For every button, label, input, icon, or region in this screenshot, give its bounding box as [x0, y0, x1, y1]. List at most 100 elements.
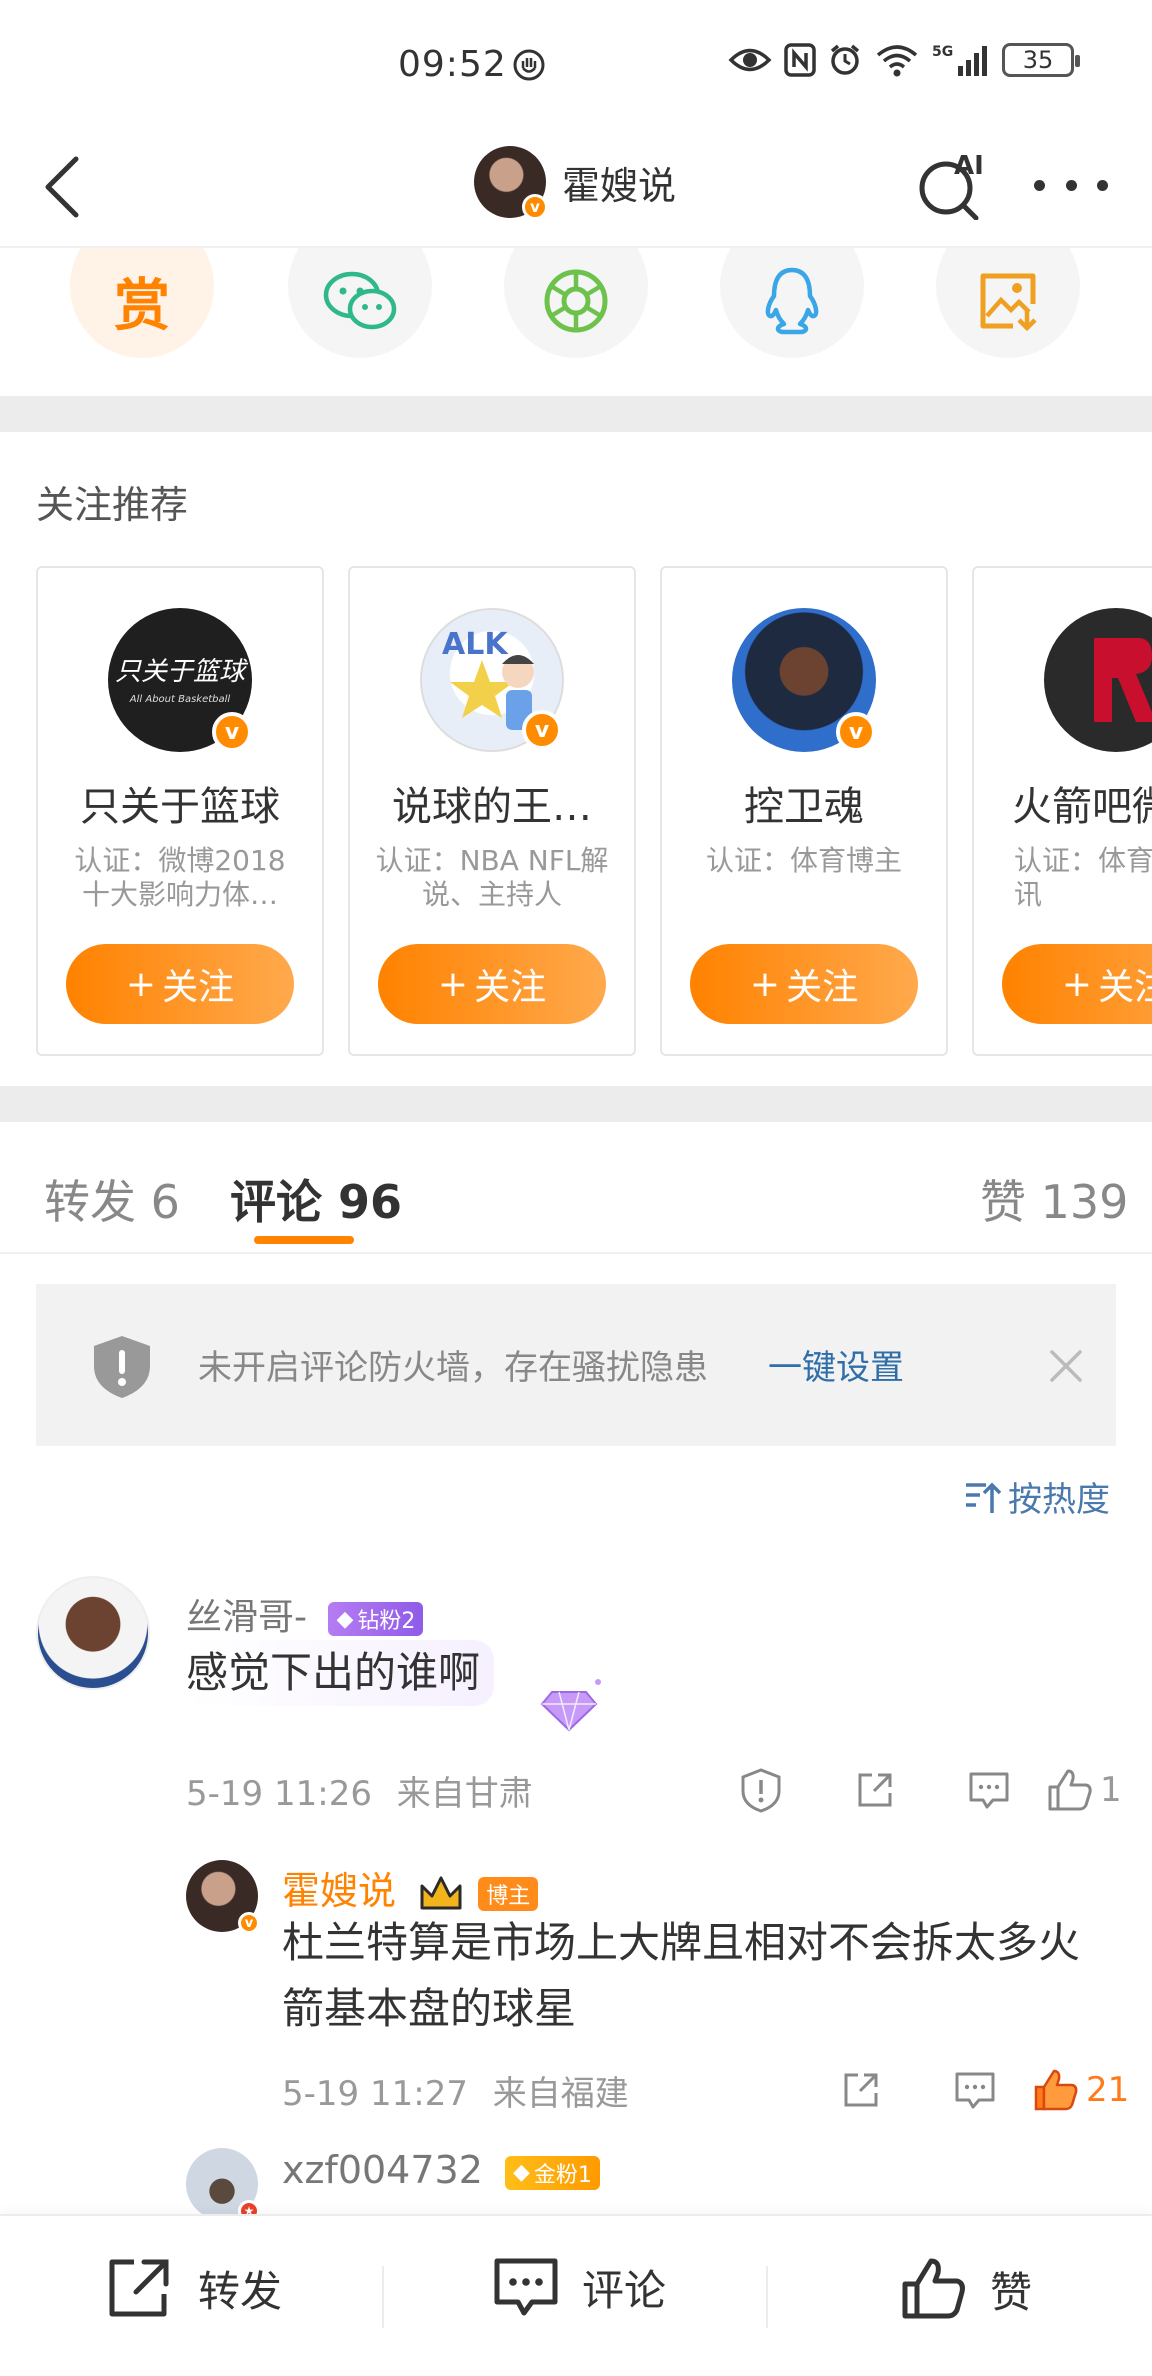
reply-meta: 5-19 11:27 来自福建: [282, 2066, 629, 2115]
recommend-card[interactable]: ALK v 说球的王… 认证：NBA NFL解说、主持人 + 关注: [348, 566, 636, 1056]
avatar[interactable]: v: [732, 608, 876, 752]
section-title: 关注推荐: [36, 483, 189, 527]
follow-button[interactable]: +关注: [1002, 944, 1152, 1024]
comment-text: 感觉下出的谁啊: [186, 1640, 495, 1706]
moments-icon: [544, 269, 608, 333]
reward-button[interactable]: 赏: [70, 248, 214, 358]
status-time: 09:52: [398, 44, 507, 85]
eye-icon: [728, 48, 772, 72]
username[interactable]: xzf004732: [282, 2148, 483, 2192]
like-button[interactable]: 赞: [900, 2256, 1032, 2322]
save-image-icon: [980, 273, 1037, 332]
reply-button[interactable]: [932, 1760, 1046, 1820]
recommend-desc: 认证：体育博主: [705, 844, 902, 877]
fan-badge[interactable]: ◆ 金粉1: [504, 2155, 600, 2190]
svg-text:All About Basketball: All About Basketball: [129, 694, 231, 705]
like-button[interactable]: 1: [1046, 1760, 1142, 1820]
recommend-name: 控卫魂: [744, 784, 864, 830]
reply-button[interactable]: [918, 2060, 1032, 2120]
share-qq-button[interactable]: [720, 248, 864, 358]
bottom-action-bar: 转发 评论 赞: [0, 2214, 1152, 2376]
diamond-decoration-icon: [540, 1679, 601, 1732]
shield-alert-icon: [741, 1768, 781, 1813]
username[interactable]: 丝滑哥-: [186, 1597, 307, 1638]
sort-label: 按热度: [1008, 1480, 1110, 1520]
follow-button[interactable]: +关注: [66, 944, 294, 1024]
rockets-logo: [1094, 638, 1152, 722]
username[interactable]: 霍嫂说: [282, 1869, 396, 1913]
avatar[interactable]: 只关于篮球 All About Basketball v: [108, 608, 252, 752]
svg-text:ALK: ALK: [442, 627, 509, 662]
active-tab-indicator: [254, 1236, 354, 1244]
recommend-desc: 认证：NBA NFL解说、主持人: [375, 844, 609, 911]
repost-button[interactable]: 转发: [106, 2256, 282, 2320]
share-icon: [109, 2259, 169, 2317]
back-button[interactable]: [32, 152, 92, 222]
sort-button[interactable]: 按热度: [964, 1472, 1110, 1521]
like-button-active[interactable]: 21: [1032, 2060, 1142, 2120]
share-icon: [858, 1773, 892, 1807]
share-moments-button[interactable]: [504, 248, 648, 358]
recommend-name: 只关于篮球: [80, 784, 280, 830]
follow-button[interactable]: +关注: [690, 944, 918, 1024]
svg-text:只关于篮球: 只关于篮球: [115, 657, 249, 687]
recommend-card[interactable]: 火箭吧微 认证：体育火箭资讯 +关注: [972, 566, 1152, 1056]
avatar[interactable]: ★: [186, 2148, 260, 2222]
recommend-card[interactable]: v 控卫魂 认证：体育博主 + 关注: [660, 566, 948, 1056]
host-badge: 博主: [478, 1876, 539, 1911]
comment-icon: [969, 1772, 1009, 1809]
recommend-desc: 认证：体育火箭资讯: [1014, 844, 1152, 911]
comment-button[interactable]: 评论: [492, 2256, 666, 2318]
diamond-icon: ◆: [336, 1606, 354, 1632]
plus-icon: +: [1061, 963, 1093, 1005]
comment-author[interactable]: xzf004732 ◆ 金粉1: [282, 2148, 600, 2192]
follow-button[interactable]: +关注: [378, 944, 606, 1024]
share-wechat-button[interactable]: [288, 248, 432, 358]
verified-icon: v: [522, 194, 548, 220]
share-icon: [844, 2073, 878, 2107]
svg-text:AI: AI: [954, 151, 984, 181]
wifi-icon: [876, 45, 918, 77]
report-button[interactable]: [704, 1760, 818, 1820]
recommend-card[interactable]: 只关于篮球 All About Basketball v 只关于篮球 认证：微博…: [36, 566, 324, 1056]
ai-search-icon[interactable]: AI: [916, 148, 988, 220]
thumbs-up-icon: [1048, 1769, 1092, 1811]
diamond-icon: ◆: [512, 2160, 530, 2185]
nfc-icon: [784, 43, 816, 77]
reply-actions: 21: [804, 2060, 1142, 2120]
recommend-name: 说球的王…: [392, 784, 592, 830]
dot-icon: [1034, 179, 1045, 191]
nav-profile[interactable]: v 霍嫂说: [474, 146, 676, 220]
status-icons: 5G 35: [728, 42, 1080, 78]
avatar[interactable]: v: [474, 146, 548, 220]
avatar[interactable]: ALK v: [420, 608, 564, 752]
verified-icon: v: [836, 712, 876, 752]
repost-comment-button[interactable]: [818, 1760, 932, 1820]
verified-icon: v: [522, 710, 562, 750]
fan-badge[interactable]: ◆ 钻粉2: [328, 1602, 424, 1636]
reply-text: 杜兰特算是市场上大牌且相对不会拆太多火箭基本盘的球星: [282, 1918, 1081, 2033]
avatar[interactable]: [36, 1576, 150, 1690]
more-button[interactable]: [1034, 170, 1108, 200]
tab-repost[interactable]: 转发 6: [44, 1166, 180, 1232]
comment-actions: 1: [704, 1760, 1142, 1820]
svg-text:5G: 5G: [932, 44, 953, 60]
reply-author[interactable]: 霍嫂说 博主: [282, 1860, 539, 1915]
avatar[interactable]: v: [186, 1860, 260, 1934]
comment-icon: [494, 2258, 558, 2316]
comment-location: 来自甘肃: [396, 1774, 533, 1814]
status-bar: 09:52 5G 35: [0, 0, 1152, 130]
save-image-button[interactable]: [936, 248, 1080, 358]
comment-author[interactable]: 丝滑哥- ◆ 钻粉2: [186, 1588, 424, 1640]
repost-comment-button[interactable]: [804, 2060, 918, 2120]
section-divider: [0, 1086, 1152, 1122]
crown-icon: [420, 1876, 462, 1909]
close-icon[interactable]: [1044, 1344, 1088, 1388]
like-count: 21: [1086, 2070, 1130, 2110]
firewall-setup-link[interactable]: 一键设置: [768, 1340, 904, 1389]
tab-likes[interactable]: 赞 139: [980, 1166, 1128, 1232]
dot-icon: [1065, 179, 1077, 191]
nav-bar: v 霍嫂说 AI: [0, 130, 1152, 248]
tab-comments[interactable]: 评论 96: [230, 1166, 402, 1232]
avatar[interactable]: [1044, 608, 1152, 752]
